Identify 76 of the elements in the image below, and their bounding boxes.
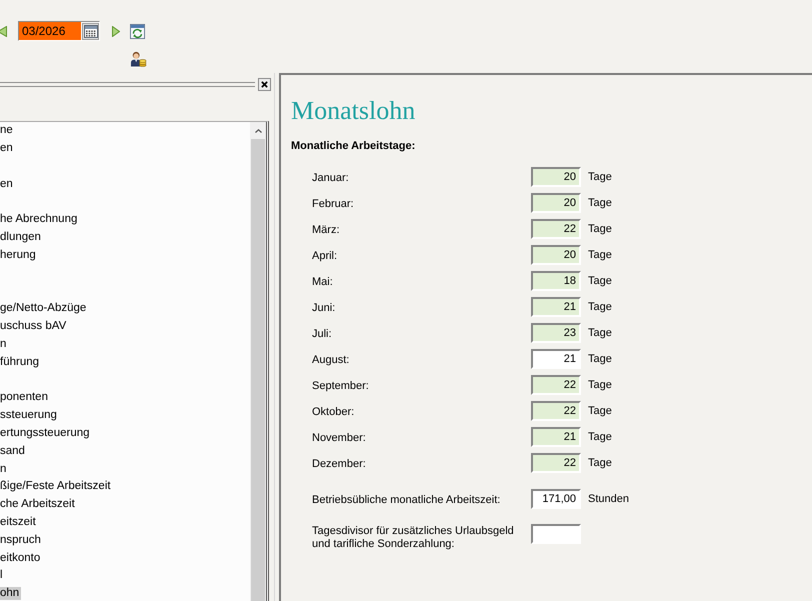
month-label: September: xyxy=(312,380,369,392)
tree-item[interactable]: ssteuerung xyxy=(0,409,59,422)
month-label: Januar: xyxy=(312,172,349,184)
tree-item[interactable]: führung xyxy=(0,356,42,369)
days-field[interactable]: 21 xyxy=(531,427,581,447)
tree-item[interactable]: ge/Netto-Abzüge xyxy=(0,302,88,316)
tree-item[interactable]: ponenten xyxy=(0,391,50,404)
refresh-window-icon[interactable] xyxy=(130,24,145,38)
tree-item[interactable]: eitszeit xyxy=(0,516,38,529)
days-field[interactable]: 21 xyxy=(531,349,581,369)
tree-item[interactable]: uschuss bAV xyxy=(0,320,68,334)
scrollbar-thumb[interactable] xyxy=(251,139,265,601)
tree-item[interactable]: herung xyxy=(0,248,38,262)
tree-item[interactable]: l xyxy=(0,569,5,582)
days-field[interactable]: 23 xyxy=(531,323,581,343)
month-label: Februar: xyxy=(312,198,354,210)
days-field[interactable]: 20 xyxy=(531,167,581,187)
section-heading: Monatliche Arbeitstage: xyxy=(291,139,416,153)
month-label: Dezember: xyxy=(312,458,366,470)
tree-item[interactable]: nspruch xyxy=(0,534,43,547)
tree-item[interactable]: ne xyxy=(0,124,15,138)
month-label: August: xyxy=(312,354,350,366)
unit-label: Tage xyxy=(588,222,612,236)
unit-label: Stunden xyxy=(588,492,629,506)
days-field[interactable]: 20 xyxy=(531,193,581,213)
days-field[interactable]: 22 xyxy=(531,401,581,421)
left-arrow-icon[interactable] xyxy=(0,26,7,36)
unit-label: Tage xyxy=(588,352,612,366)
tree-item[interactable]: ßige/Feste Arbeitszeit xyxy=(0,480,113,494)
working-hours-field[interactable]: 171,00 xyxy=(531,489,581,509)
tree-item[interactable]: en xyxy=(0,178,15,191)
month-label: Oktober: xyxy=(312,406,354,418)
person-coins-icon[interactable] xyxy=(130,51,147,67)
unit-label: Tage xyxy=(588,430,612,444)
month-label: November: xyxy=(312,432,366,444)
chevron-up-icon xyxy=(254,128,262,132)
tree-item[interactable]: sand xyxy=(0,444,27,458)
tree-item[interactable]: en xyxy=(0,142,15,156)
unit-label: Tage xyxy=(588,404,612,418)
month-label: Mai: xyxy=(312,276,333,288)
days-field[interactable]: 22 xyxy=(531,453,581,473)
working-hours-label: Betriebsübliche monatliche Arbeitszeit: xyxy=(312,494,500,506)
unit-label: Tage xyxy=(588,300,612,314)
period-field[interactable]: 03/2026 xyxy=(19,22,81,40)
days-field[interactable]: 22 xyxy=(531,375,581,395)
tree-item[interactable]: n xyxy=(0,338,8,351)
calendar-button[interactable] xyxy=(82,22,99,40)
right-arrow-icon[interactable] xyxy=(112,26,120,36)
tree-item[interactable]: n xyxy=(0,462,8,476)
month-label: Juli: xyxy=(312,328,332,340)
unit-label: Tage xyxy=(588,196,612,210)
unit-label: Tage xyxy=(588,456,612,470)
days-field[interactable]: 22 xyxy=(531,219,581,239)
days-field[interactable]: 20 xyxy=(531,245,581,265)
day-divisor-field[interactable] xyxy=(531,524,581,544)
tree-item[interactable]: ohn xyxy=(0,587,22,600)
tree-item[interactable]: he Abrechnung xyxy=(0,213,80,226)
unit-label: Tage xyxy=(588,170,612,184)
unit-label: Tage xyxy=(588,378,612,392)
close-icon xyxy=(261,80,268,88)
days-field[interactable]: 18 xyxy=(531,271,581,291)
calendar-icon xyxy=(84,24,98,38)
tree-item[interactable]: che Arbeitszeit xyxy=(0,498,77,512)
unit-label: Tage xyxy=(588,248,612,262)
unit-label: Tage xyxy=(588,326,612,340)
day-divisor-label: Tagesdivisor für zusätzliches Urlaubsgeld und tarifliche Sonderzahlung: xyxy=(312,524,515,551)
unit-label: Tage xyxy=(588,274,612,288)
month-label: Juni: xyxy=(312,302,336,314)
tree-item[interactable]: eitkonto xyxy=(0,552,42,565)
close-button[interactable] xyxy=(258,78,271,90)
days-field[interactable]: 21 xyxy=(531,297,581,317)
tree-item[interactable]: ertungssteuerung xyxy=(0,426,92,440)
page-title: Monatslohn xyxy=(291,96,416,126)
month-label: April: xyxy=(312,250,338,262)
tree-item[interactable]: dlungen xyxy=(0,231,43,244)
month-label: März: xyxy=(312,224,340,236)
